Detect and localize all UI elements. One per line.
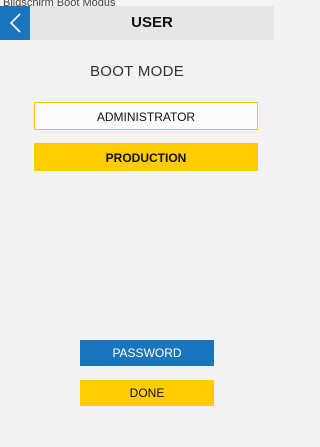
page-title: USER xyxy=(131,14,173,31)
password-button[interactable]: PASSWORD xyxy=(80,340,214,366)
boot-mode-option-production[interactable]: PRODUCTION xyxy=(34,143,258,171)
back-button[interactable] xyxy=(0,6,30,40)
done-button[interactable]: DONE xyxy=(80,380,214,406)
boot-mode-option-administrator[interactable]: ADMINISTRATOR xyxy=(34,102,258,130)
header-bar: USER xyxy=(0,6,274,40)
boot-mode-title: BOOT MODE xyxy=(89,63,185,80)
chevron-left-icon xyxy=(9,13,21,33)
